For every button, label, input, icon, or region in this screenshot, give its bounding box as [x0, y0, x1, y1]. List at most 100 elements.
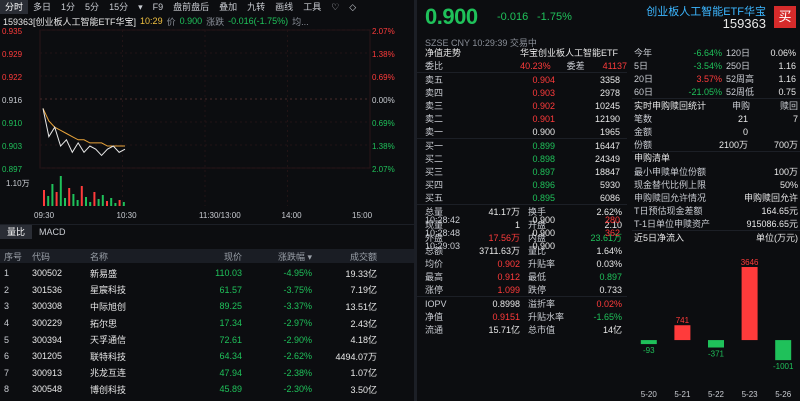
- row-name: 中际旭创: [90, 301, 127, 312]
- vol-label: 1.10万: [6, 179, 30, 188]
- col-change[interactable]: 涨跌幅 ▾: [242, 250, 312, 263]
- col-code[interactable]: 代码: [32, 250, 90, 263]
- price-label: 价: [166, 16, 176, 27]
- level-label: 卖一: [425, 127, 444, 137]
- toolbar-item[interactable]: ◇: [344, 0, 361, 14]
- row-turnover: 2.43亿: [350, 318, 377, 329]
- inflow-value: 741: [676, 316, 690, 325]
- toolbar-item[interactable]: 5分: [80, 0, 104, 14]
- level-price: 0.900: [532, 126, 555, 137]
- buy-button[interactable]: 买: [774, 6, 796, 28]
- row-turnover: 1.07亿: [350, 368, 377, 379]
- y-left-label: 0.929: [2, 50, 23, 59]
- toolbar-item[interactable]: 盘前盘后: [168, 0, 214, 14]
- table-row[interactable]: 7 300913 兆龙互连 47.94 -2.38% 1.07亿: [0, 365, 414, 382]
- clearing-row: T-1日单位申赎资产 915086.65元: [632, 217, 800, 230]
- tick-volume: 280: [604, 214, 620, 225]
- y-left-label: 0.910: [2, 119, 23, 128]
- perf-value: 3.57%: [696, 73, 722, 84]
- row-name: 天孚通信: [90, 335, 127, 346]
- weibi-label: 委比: [425, 61, 444, 71]
- col-name[interactable]: 名称: [90, 250, 182, 263]
- summary-label2: 升贴率: [528, 259, 556, 269]
- inflow-date: 5-26: [775, 390, 792, 399]
- table-row[interactable]: 4 300229 拓尔思 17.34 -2.97% 2.43亿: [0, 315, 414, 332]
- perf-row: 5日 -3.54% 250日 1.16: [632, 59, 800, 72]
- table-row[interactable]: 8 300548 博创科技 45.89 -2.30% 3.50亿: [0, 381, 414, 398]
- perf-label2: 52周高: [726, 74, 755, 84]
- row-index: 6: [4, 351, 10, 362]
- level-price: 0.898: [532, 153, 555, 164]
- fund-tab[interactable]: 华宝创业板人工智能ETF: [520, 46, 618, 59]
- weibi-value: 40.23%: [520, 60, 551, 71]
- iopv-label: 净值: [425, 312, 444, 322]
- volume-bar: [51, 184, 54, 206]
- volume-bar: [110, 198, 113, 206]
- toolbar-item[interactable]: 1分: [56, 0, 80, 14]
- row-name: 兆龙互连: [90, 368, 127, 379]
- level-price: 0.902: [532, 100, 555, 111]
- x-label: 09:30: [34, 211, 55, 220]
- toolbar-item[interactable]: 分时: [0, 0, 29, 14]
- level-label: 卖二: [425, 114, 444, 124]
- row-change: -4.95%: [283, 268, 312, 279]
- summary-value: 0.902: [497, 258, 520, 269]
- table-row[interactable]: 3 300308 中际旭创 89.25 -3.37% 13.51亿: [0, 298, 414, 315]
- realtime-sub: 2100万: [718, 140, 748, 150]
- tab-volume-ratio[interactable]: 量比: [0, 224, 33, 239]
- y-right-label: 0.00%: [372, 96, 395, 105]
- y-right-label: 0.69%: [372, 73, 395, 82]
- col-price[interactable]: 现价: [182, 250, 242, 263]
- toolbar-item[interactable]: 叠加: [214, 0, 242, 14]
- perf-row: 60日 -21.05% 52周低 0.75: [632, 85, 800, 98]
- col-turnover[interactable]: 成交额: [312, 250, 377, 263]
- row-index: 2: [4, 284, 10, 295]
- row-price: 110.03: [215, 268, 242, 279]
- volume-bar: [118, 200, 121, 206]
- order-book: 净值走势 华宝创业板人工智能ETF 委比 40.23% 委差 41137 卖五 0.904 33…: [417, 46, 627, 336]
- perf-label: 今年: [634, 48, 653, 58]
- toolbar-item[interactable]: 九转: [242, 0, 270, 14]
- price-change-percent: -1.75%: [537, 11, 572, 23]
- toolbar-item[interactable]: 画线: [270, 0, 298, 14]
- chg-label: 涨跌: [206, 16, 225, 27]
- perf-value2: 0.75: [778, 86, 796, 97]
- row-change: -2.90%: [283, 334, 312, 345]
- tick-time: 10:28:48: [425, 227, 461, 238]
- tabs-line: 净值走势 华宝创业板人工智能ETF: [417, 46, 627, 59]
- clearing-value: 164.65元: [761, 206, 798, 216]
- tick-price: 0.900: [532, 227, 555, 238]
- toolbar-item[interactable]: 多日: [28, 0, 56, 14]
- realtime-title: 实时申购赎回统计: [634, 101, 707, 111]
- row-turnover: 4.18亿: [350, 335, 377, 346]
- indicator-tabs: 量比 MACD: [0, 224, 414, 239]
- table-row[interactable]: 6 301205 联特科技 64.34 -2.62% 4494.07万: [0, 348, 414, 365]
- table-row[interactable]: 5 300394 天孚通信 72.61 -2.90% 4.18亿: [0, 331, 414, 348]
- col-index[interactable]: 序号: [0, 250, 32, 263]
- level-label: 卖四: [425, 88, 444, 98]
- tab-macd[interactable]: MACD: [32, 225, 73, 239]
- table-row[interactable]: 1 300502 新易盛 110.03 -4.95% 19.33亿: [0, 265, 414, 282]
- inflow-value: -1001: [773, 362, 794, 371]
- realtime-col2: 赎回: [779, 101, 798, 111]
- row-change: -2.30%: [283, 384, 312, 395]
- toolbar-item[interactable]: ♡: [326, 0, 344, 14]
- price-value: 0.900: [179, 16, 203, 26]
- table-row[interactable]: 2 301536 星宸科技 61.57 -3.75% 7.19亿: [0, 282, 414, 299]
- row-price: 89.25: [219, 301, 242, 312]
- level-volume: 12190: [594, 113, 620, 124]
- y-left-label: 0.916: [2, 96, 23, 105]
- avg-price-line: [42, 108, 125, 147]
- perf-value2: 1.16: [778, 60, 796, 71]
- inflow-value: 3646: [741, 258, 759, 267]
- realtime-red: 700万: [773, 140, 798, 150]
- row-price: 72.61: [219, 334, 242, 345]
- clearing-label: T-1日单位申赎资产: [634, 219, 711, 229]
- fund-code: 159363: [722, 16, 766, 31]
- toolbar-item[interactable]: 工具: [298, 0, 326, 14]
- nav-trend-tab[interactable]: 净值走势: [425, 46, 485, 59]
- intraday-chart[interactable]: 0.935 2.07% 0.929 1.38% 0.922 0.69% 0.916 0.00%…: [0, 28, 414, 220]
- toolbar-item[interactable]: 15分: [104, 0, 133, 14]
- toolbar-item[interactable]: ▾: [133, 0, 148, 14]
- toolbar-item[interactable]: F9: [148, 0, 169, 14]
